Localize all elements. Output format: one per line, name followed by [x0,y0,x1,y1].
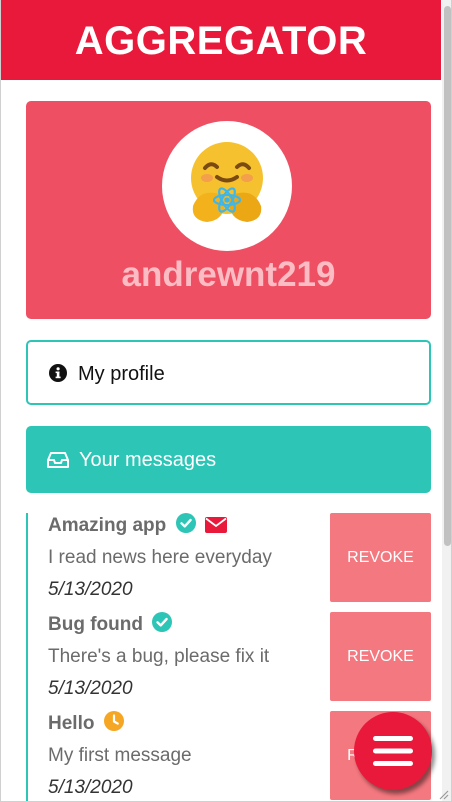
your-messages-button[interactable]: Your messages [26,426,431,493]
info-circle-icon [49,364,67,382]
message-body: My first message [48,745,192,766]
resize-grip-icon[interactable] [437,788,449,800]
check-circle-icon [152,612,173,632]
scrollbar[interactable] [442,0,451,801]
message-title-row: Amazing app [48,513,227,537]
my-profile-label: My profile [78,363,165,385]
message-title-row: Hello [48,711,124,735]
scrollbar-thumb[interactable] [444,6,451,546]
message-date: 5/13/2020 [48,579,133,600]
message-body: There's a bug, please fix it [48,646,270,667]
message-date: 5/13/2020 [48,678,133,699]
message-title: Bug found [48,614,143,635]
menu-fab-button[interactable] [354,712,432,790]
envelope-icon [204,517,227,533]
message-date: 5/13/2020 [48,777,133,798]
message-title: Hello [48,713,95,734]
app-header: AGGREGATOR [1,0,441,80]
app-title: AGGREGATOR [74,19,368,63]
message-item: Bug found There's a bug, please fix it 5… [28,612,433,702]
check-circle-icon [175,513,196,533]
revoke-button[interactable]: REVOKE [330,612,431,701]
my-profile-button[interactable]: My profile [26,340,431,405]
app-window: AGGREGATOR andrewnt219 My profile Your m… [0,0,452,802]
message-title: Amazing app [48,515,167,536]
message-item: Amazing app I read news here everyday 5/… [28,513,433,603]
hamburger-menu-icon [373,736,413,766]
profile-card: andrewnt219 [26,101,431,319]
revoke-button[interactable]: REVOKE [330,513,431,602]
message-title-row: Bug found [48,612,173,636]
your-messages-label: Your messages [79,449,217,471]
hugging-face-emoji-icon [191,142,263,222]
clock-icon [103,711,124,731]
message-body: I read news here everyday [48,547,272,568]
profile-username: andrewnt219 [121,255,336,294]
inbox-icon [47,452,69,468]
avatar [162,121,292,251]
